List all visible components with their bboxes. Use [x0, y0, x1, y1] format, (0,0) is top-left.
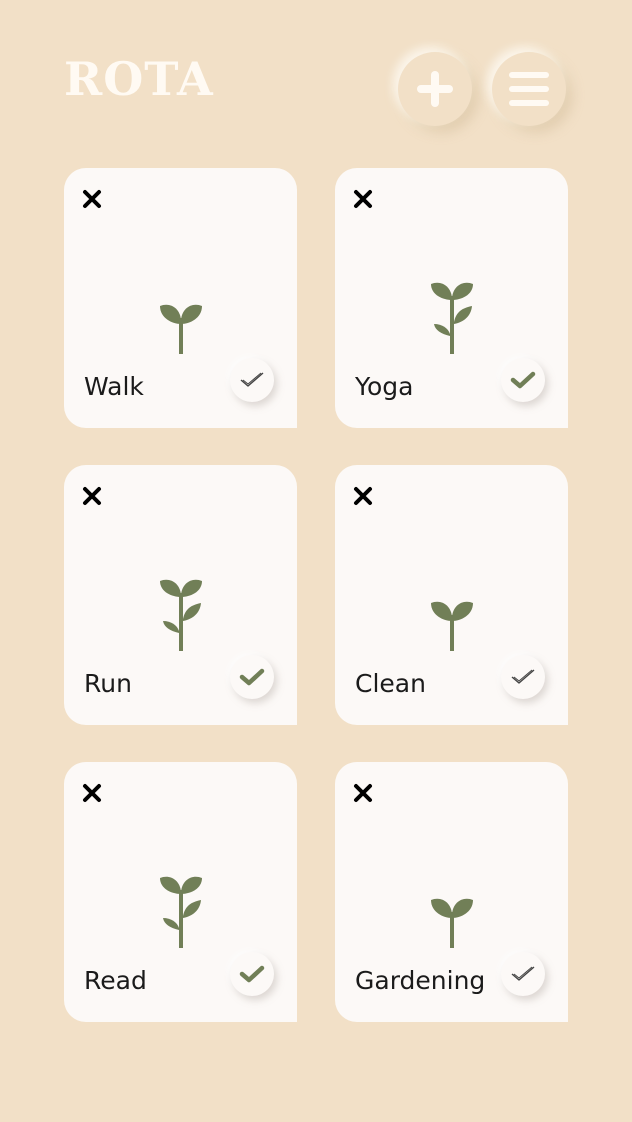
activity-label: Clean [355, 669, 426, 698]
close-icon[interactable] [353, 189, 373, 209]
check-outline-icon [510, 964, 536, 984]
plus-icon [417, 71, 453, 107]
activity-label: Read [84, 966, 147, 995]
close-icon[interactable] [353, 783, 373, 803]
activity-card[interactable]: Walk [64, 168, 297, 428]
activity-label: Walk [84, 372, 144, 401]
close-icon[interactable] [353, 486, 373, 506]
complete-toggle-button[interactable] [230, 952, 274, 996]
sapling-icon [428, 278, 476, 358]
close-icon[interactable] [82, 189, 102, 209]
complete-toggle-button[interactable] [501, 655, 545, 699]
activity-label: Yoga [355, 372, 414, 401]
check-filled-icon [239, 964, 265, 984]
check-filled-icon [239, 667, 265, 687]
sapling-icon [157, 575, 205, 655]
complete-toggle-button[interactable] [230, 358, 274, 402]
app-title: ROTA [64, 52, 214, 106]
complete-toggle-button[interactable] [501, 952, 545, 996]
seedling-icon [429, 595, 475, 655]
check-outline-icon [510, 667, 536, 687]
seedling-icon [429, 892, 475, 952]
activity-card[interactable]: Gardening [335, 762, 568, 1022]
activity-label: Gardening [355, 966, 486, 995]
activity-card[interactable]: Read [64, 762, 297, 1022]
close-icon[interactable] [82, 486, 102, 506]
complete-toggle-button[interactable] [230, 655, 274, 699]
check-filled-icon [510, 370, 536, 390]
activity-card[interactable]: Clean [335, 465, 568, 725]
close-icon[interactable] [82, 783, 102, 803]
check-outline-icon [239, 370, 265, 390]
activity-label: Run [84, 669, 132, 698]
add-activity-button[interactable] [398, 52, 472, 126]
app-root: ROTA Walk Yoga Run Clean Read Gardening [0, 0, 632, 1122]
activity-card[interactable]: Run [64, 465, 297, 725]
hamburger-menu-icon [509, 72, 549, 106]
complete-toggle-button[interactable] [501, 358, 545, 402]
activity-card[interactable]: Yoga [335, 168, 568, 428]
menu-button[interactable] [492, 52, 566, 126]
sapling-icon [157, 872, 205, 952]
seedling-icon [158, 298, 204, 358]
